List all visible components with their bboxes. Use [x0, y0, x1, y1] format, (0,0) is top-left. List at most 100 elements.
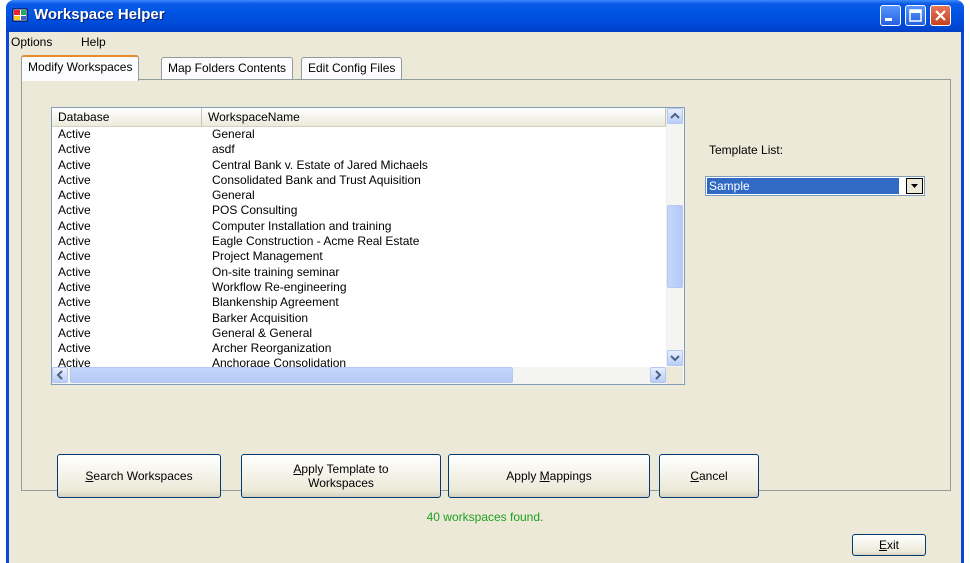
- maximize-button[interactable]: [905, 5, 926, 26]
- dropdown-arrow-icon: [911, 184, 918, 188]
- table-row[interactable]: Active Workflow Re-engineering: [52, 280, 666, 295]
- column-database[interactable]: Database: [52, 108, 202, 126]
- exit-button-label: Exit: [878, 538, 899, 552]
- cell-database: Active: [58, 218, 91, 233]
- menu-bar: Options Help: [9, 32, 961, 52]
- table-row[interactable]: Active Anchorage Consolidation: [52, 356, 666, 367]
- cell-database: Active: [58, 279, 91, 294]
- cell-workspace-name: Project Management: [212, 249, 323, 264]
- cell-database: Active: [58, 127, 91, 141]
- table-row[interactable]: Active Blankenship Agreement: [52, 295, 666, 310]
- app-icon: [12, 8, 28, 22]
- cell-database: Active: [58, 310, 91, 325]
- cell-workspace-name: On-site training seminar: [212, 264, 340, 279]
- apply-mappings-button[interactable]: Apply Mappings: [448, 454, 650, 498]
- table-row[interactable]: Active Computer Installation and training: [52, 219, 666, 234]
- template-list-dropdown[interactable]: Sample: [705, 176, 925, 196]
- search-button-label: Search Workspaces: [85, 469, 193, 483]
- search-workspaces-button[interactable]: Search Workspaces: [57, 454, 221, 498]
- cell-database: Active: [58, 142, 91, 157]
- apply-mappings-button-label: Apply Mappings: [506, 469, 592, 483]
- cell-database: Active: [58, 203, 91, 218]
- cell-workspace-name: Blankenship Agreement: [212, 295, 339, 310]
- horizontal-scroll-thumb[interactable]: [70, 367, 513, 383]
- table-row[interactable]: Active Eagle Construction - Acme Real Est…: [52, 234, 666, 249]
- cell-database: Active: [58, 341, 91, 356]
- template-list-label: Template List:: [709, 143, 784, 157]
- cell-workspace-name: Workflow Re-engineering: [212, 279, 347, 294]
- cell-workspace-name: Eagle Construction - Acme Real Estate: [212, 234, 420, 249]
- table-row[interactable]: Active Project Management: [52, 249, 666, 264]
- scroll-up-icon: [670, 112, 680, 119]
- cell-database: Active: [58, 157, 91, 172]
- list-rows: Active General Active asdf Active Central Ban…: [52, 127, 666, 367]
- close-icon: [935, 10, 946, 21]
- status-message: 40 workspaces found.: [426, 510, 544, 524]
- close-button[interactable]: [930, 5, 951, 26]
- table-row[interactable]: Active Archer Reorganization: [52, 341, 666, 356]
- scroll-left-button[interactable]: [52, 367, 68, 383]
- tab-edit-config-files[interactable]: Edit Config Files: [301, 57, 403, 79]
- workspace-list[interactable]: Database WorkspaceName Active General Acti…: [51, 107, 685, 385]
- tab-map-folders-contents[interactable]: Map Folders Contents: [161, 57, 294, 79]
- scroll-right-button[interactable]: [650, 367, 666, 383]
- cell-workspace-name: POS Consulting: [212, 203, 298, 218]
- table-row[interactable]: Active On-site training seminar: [52, 265, 666, 280]
- exit-button[interactable]: Exit: [852, 534, 926, 556]
- table-row[interactable]: Active Consolidated Bank and Trust Aquisi…: [52, 173, 666, 188]
- menu-options[interactable]: Options: [11, 35, 52, 49]
- cell-database: Active: [58, 264, 91, 279]
- cell-workspace-name: Central Bank v. Estate of Jared Michaels: [212, 157, 428, 172]
- cell-database: Active: [58, 325, 91, 340]
- cell-workspace-name: Computer Installation and training: [212, 218, 392, 233]
- table-row[interactable]: Active General: [52, 127, 666, 142]
- cell-workspace-name: Barker Acquisition: [212, 310, 309, 325]
- window-title: Workspace Helper: [34, 6, 165, 23]
- vertical-scrollbar[interactable]: [666, 108, 684, 367]
- horizontal-scrollbar[interactable]: [52, 367, 666, 384]
- cell-workspace-name: General: [212, 188, 255, 203]
- tab-panel: Database WorkspaceName Active General Acti…: [21, 79, 951, 498]
- cancel-button[interactable]: Cancel: [659, 454, 759, 498]
- app-window: Workspace Helper Options Help Modify Wor…: [6, 0, 964, 563]
- cell-database: Active: [58, 249, 91, 264]
- table-row[interactable]: Active Barker Acquisition: [52, 311, 666, 326]
- template-selected-value: Sample: [707, 178, 899, 194]
- tab-modify-workspaces[interactable]: Modify Workspaces: [21, 55, 140, 81]
- cell-workspace-name: Anchorage Consolidation: [212, 356, 347, 367]
- table-row[interactable]: Active POS Consulting: [52, 203, 666, 218]
- minimize-icon: [885, 18, 892, 21]
- maximize-icon: [909, 9, 922, 22]
- cell-database: Active: [58, 188, 91, 203]
- cell-workspace-name: asdf: [212, 142, 235, 157]
- cell-database: Active: [58, 295, 91, 310]
- cell-database: Active: [58, 356, 91, 367]
- scroll-corner: [666, 367, 683, 384]
- scroll-right-icon: [655, 370, 662, 380]
- scroll-left-icon: [56, 370, 63, 380]
- vertical-scroll-thumb[interactable]: [667, 205, 683, 288]
- table-row[interactable]: Active asdf: [52, 142, 666, 157]
- list-header: Database WorkspaceName: [52, 108, 666, 127]
- cell-workspace-name: General: [212, 127, 255, 141]
- column-workspace-name[interactable]: WorkspaceName: [202, 108, 666, 126]
- menu-help[interactable]: Help: [81, 35, 106, 49]
- cancel-button-label: Cancel: [690, 469, 728, 483]
- minimize-button[interactable]: [880, 5, 901, 26]
- table-row[interactable]: Active General & General: [52, 326, 666, 341]
- apply-template-button-label: Apply Template to Workspaces: [293, 462, 389, 490]
- cell-workspace-name: Consolidated Bank and Trust Aquisition: [212, 172, 421, 187]
- scroll-down-button[interactable]: [667, 350, 683, 366]
- dropdown-button[interactable]: [906, 178, 923, 194]
- cell-workspace-name: Archer Reorganization: [212, 341, 332, 356]
- apply-template-button[interactable]: Apply Template to Workspaces: [241, 454, 441, 498]
- cell-workspace-name: General & General: [212, 325, 313, 340]
- table-row[interactable]: Active General: [52, 188, 666, 203]
- cell-database: Active: [58, 172, 91, 187]
- scroll-down-icon: [670, 355, 680, 362]
- table-row[interactable]: Active Central Bank v. Estate of Jared Mi…: [52, 158, 666, 173]
- title-bar[interactable]: Workspace Helper: [6, 0, 964, 32]
- scroll-up-button[interactable]: [667, 108, 683, 124]
- client-area: Options Help Modify Workspaces Map Folde…: [9, 32, 961, 563]
- cell-database: Active: [58, 234, 91, 249]
